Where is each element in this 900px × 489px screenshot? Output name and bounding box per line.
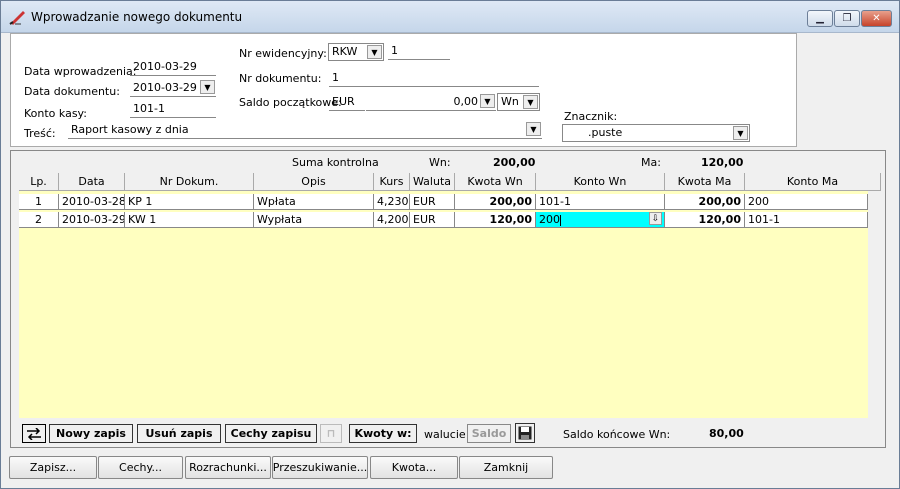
kwota-button[interactable]: Kwota... (370, 456, 458, 479)
swap-arrows-icon (27, 427, 41, 440)
rozrachunki-button[interactable]: Rozrachunki... (185, 456, 271, 479)
toggle-columns-button[interactable] (22, 424, 46, 443)
lock-button[interactable]: ⊓ (320, 424, 342, 443)
cechy-button[interactable]: Cechy... (98, 456, 183, 479)
cell-data[interactable]: 2010-03-28 (59, 194, 125, 210)
text-cursor (560, 214, 561, 226)
cell-data[interactable]: 2010-03-29 (59, 212, 125, 228)
saldo-poczatkowe-label: Saldo początkowe: (239, 96, 342, 109)
main-window: Wprowadzanie nowego dokumentu ▁ ❐ ✕ Data… (0, 0, 900, 489)
saldo-koncowe-label: Saldo końcowe Wn: (563, 428, 671, 441)
kwoty-w-button[interactable]: Kwoty w: (349, 424, 417, 443)
nr-ewid-type-value: RKW (332, 45, 358, 58)
close-button[interactable]: ✕ (861, 10, 892, 27)
cell-kwota-wn[interactable]: 120,00 (455, 212, 536, 228)
przeszukiwanie-button[interactable]: Przeszukiwanie... (272, 456, 368, 479)
save-icon-button[interactable] (515, 423, 535, 443)
lookup-icon[interactable]: ⇩ (649, 212, 662, 225)
data-dokumentu-field[interactable]: 2010-03-29 ▼ (130, 80, 216, 97)
suma-ma-label: Ma: (641, 156, 661, 169)
cell-kwota-ma[interactable]: 120,00 (665, 212, 745, 228)
cell-kurs[interactable]: 4,2000 (374, 212, 410, 228)
konto-kasy-label: Konto kasy: (24, 107, 87, 120)
konto-kasy-field[interactable]: 101-1 (130, 101, 216, 118)
nr-ewid-type-select[interactable]: RKW ▼ (328, 43, 384, 61)
floppy-disk-icon (518, 426, 532, 440)
title-bar: Wprowadzanie nowego dokumentu ▁ ❐ ✕ (1, 1, 899, 33)
suma-kontrolna-label: Suma kontrolna (292, 156, 379, 169)
tresc-label: Treść: (24, 127, 56, 140)
nr-ewid-dropdown-icon[interactable]: ▼ (367, 45, 382, 59)
cell-waluta[interactable]: EUR (410, 194, 455, 210)
entries-grid-panel: Suma kontrolna Wn: 200,00 Ma: 120,00 Lp.… (10, 150, 886, 448)
cell-kurs[interactable]: 4,2300 (374, 194, 410, 210)
cell-waluta[interactable]: EUR (410, 212, 455, 228)
saldo-side-dropdown-icon[interactable]: ▼ (523, 95, 538, 109)
znacznik-value: .puste (588, 126, 623, 139)
col-header-kurs[interactable]: Kurs (374, 173, 410, 191)
saldo-side-value: Wn (501, 95, 519, 108)
col-header-konto-wn[interactable]: Konto Wn (536, 173, 665, 191)
data-dokumentu-value: 2010-03-29 (133, 81, 197, 94)
cechy-zapisu-button[interactable]: Cechy zapisu (225, 424, 317, 443)
walucie-label: walucie (424, 428, 466, 441)
cell-konto-ma[interactable]: 101-1 (745, 212, 868, 228)
document-header-panel: Data wprowadzenia: 2010-03-29 Data dokum… (10, 33, 797, 147)
cell-kwota-wn[interactable]: 200,00 (455, 194, 536, 210)
saldo-koncowe-value: 80,00 (709, 427, 744, 440)
cell-opis[interactable]: Wpłata (254, 194, 374, 210)
suma-wn-value: 200,00 (493, 156, 536, 169)
cell-kwota-ma[interactable]: 200,00 (665, 194, 745, 210)
cell-konto-ma[interactable]: 200 (745, 194, 868, 210)
saldo-value: 0,00 (453, 95, 479, 108)
col-header-data[interactable]: Data (59, 173, 125, 191)
tresc-field[interactable]: Raport kasowy z dnia ▼ (68, 122, 542, 139)
suma-wn-label: Wn: (429, 156, 451, 169)
data-wprowadzenia-field[interactable]: 2010-03-29 (130, 59, 216, 76)
col-header-kwota-wn[interactable]: Kwota Wn (455, 173, 536, 191)
nr-ewid-number-field[interactable]: 1 (388, 43, 450, 60)
znacznik-label: Znacznik: (564, 110, 618, 123)
suma-ma-value: 120,00 (701, 156, 744, 169)
cell-nr-dokum[interactable]: KW 1 (125, 212, 254, 228)
nr-dokumentu-label: Nr dokumentu: (239, 72, 322, 85)
znacznik-dropdown-icon[interactable]: ▼ (733, 126, 748, 140)
col-header-nr-dokum[interactable]: Nr Dokum. (125, 173, 254, 191)
saldo-value-field[interactable]: 0,00 ▼ (366, 94, 496, 111)
minimize-button[interactable]: ▁ (807, 10, 833, 27)
konto-wn-edit-value[interactable]: 200 (539, 213, 560, 226)
col-header-kwota-ma[interactable]: Kwota Ma (665, 173, 745, 191)
nr-ewidencyjny-label: Nr ewidencyjny: (239, 47, 327, 60)
saldo-side-select[interactable]: Wn ▼ (497, 93, 540, 111)
nowy-zapis-button[interactable]: Nowy zapis (49, 424, 133, 443)
data-wprowadzenia-label: Data wprowadzenia: (24, 65, 137, 78)
data-dokumentu-label: Data dokumentu: (24, 85, 120, 98)
app-pen-icon (9, 11, 25, 25)
saldo-currency-field[interactable]: EUR (329, 94, 365, 111)
saldo-button[interactable]: Saldo (467, 424, 511, 443)
tresc-dropdown-icon[interactable]: ▼ (526, 122, 541, 136)
znacznik-select[interactable]: .puste ▼ (562, 124, 750, 142)
nr-dokumentu-field[interactable]: 1 (329, 70, 539, 87)
maximize-button[interactable]: ❐ (834, 10, 860, 27)
window-title: Wprowadzanie nowego dokumentu (31, 10, 243, 24)
col-header-waluta[interactable]: Waluta (410, 173, 455, 191)
date-dropdown-icon[interactable]: ▼ (200, 80, 215, 94)
col-header-opis[interactable]: Opis (254, 173, 374, 191)
cell-lp[interactable]: 1 (19, 194, 59, 210)
cell-nr-dokum[interactable]: KP 1 (125, 194, 254, 210)
cell-lp[interactable]: 2 (19, 212, 59, 228)
zamknij-button[interactable]: Zamknij (459, 456, 553, 479)
usun-zapis-button[interactable]: Usuń zapis (137, 424, 221, 443)
tresc-value: Raport kasowy z dnia (71, 123, 189, 136)
cell-konto-wn-editing[interactable]: 200 ⇩ (536, 212, 665, 228)
lock-icon: ⊓ (326, 427, 336, 440)
saldo-dropdown-icon[interactable]: ▼ (480, 94, 495, 108)
col-header-konto-ma[interactable]: Konto Ma (745, 173, 881, 191)
cell-opis[interactable]: Wypłata (254, 212, 374, 228)
cell-konto-wn[interactable]: 101-1 (536, 194, 665, 210)
zapisz-button[interactable]: Zapisz... (9, 456, 97, 479)
col-header-lp[interactable]: Lp. (19, 173, 59, 191)
